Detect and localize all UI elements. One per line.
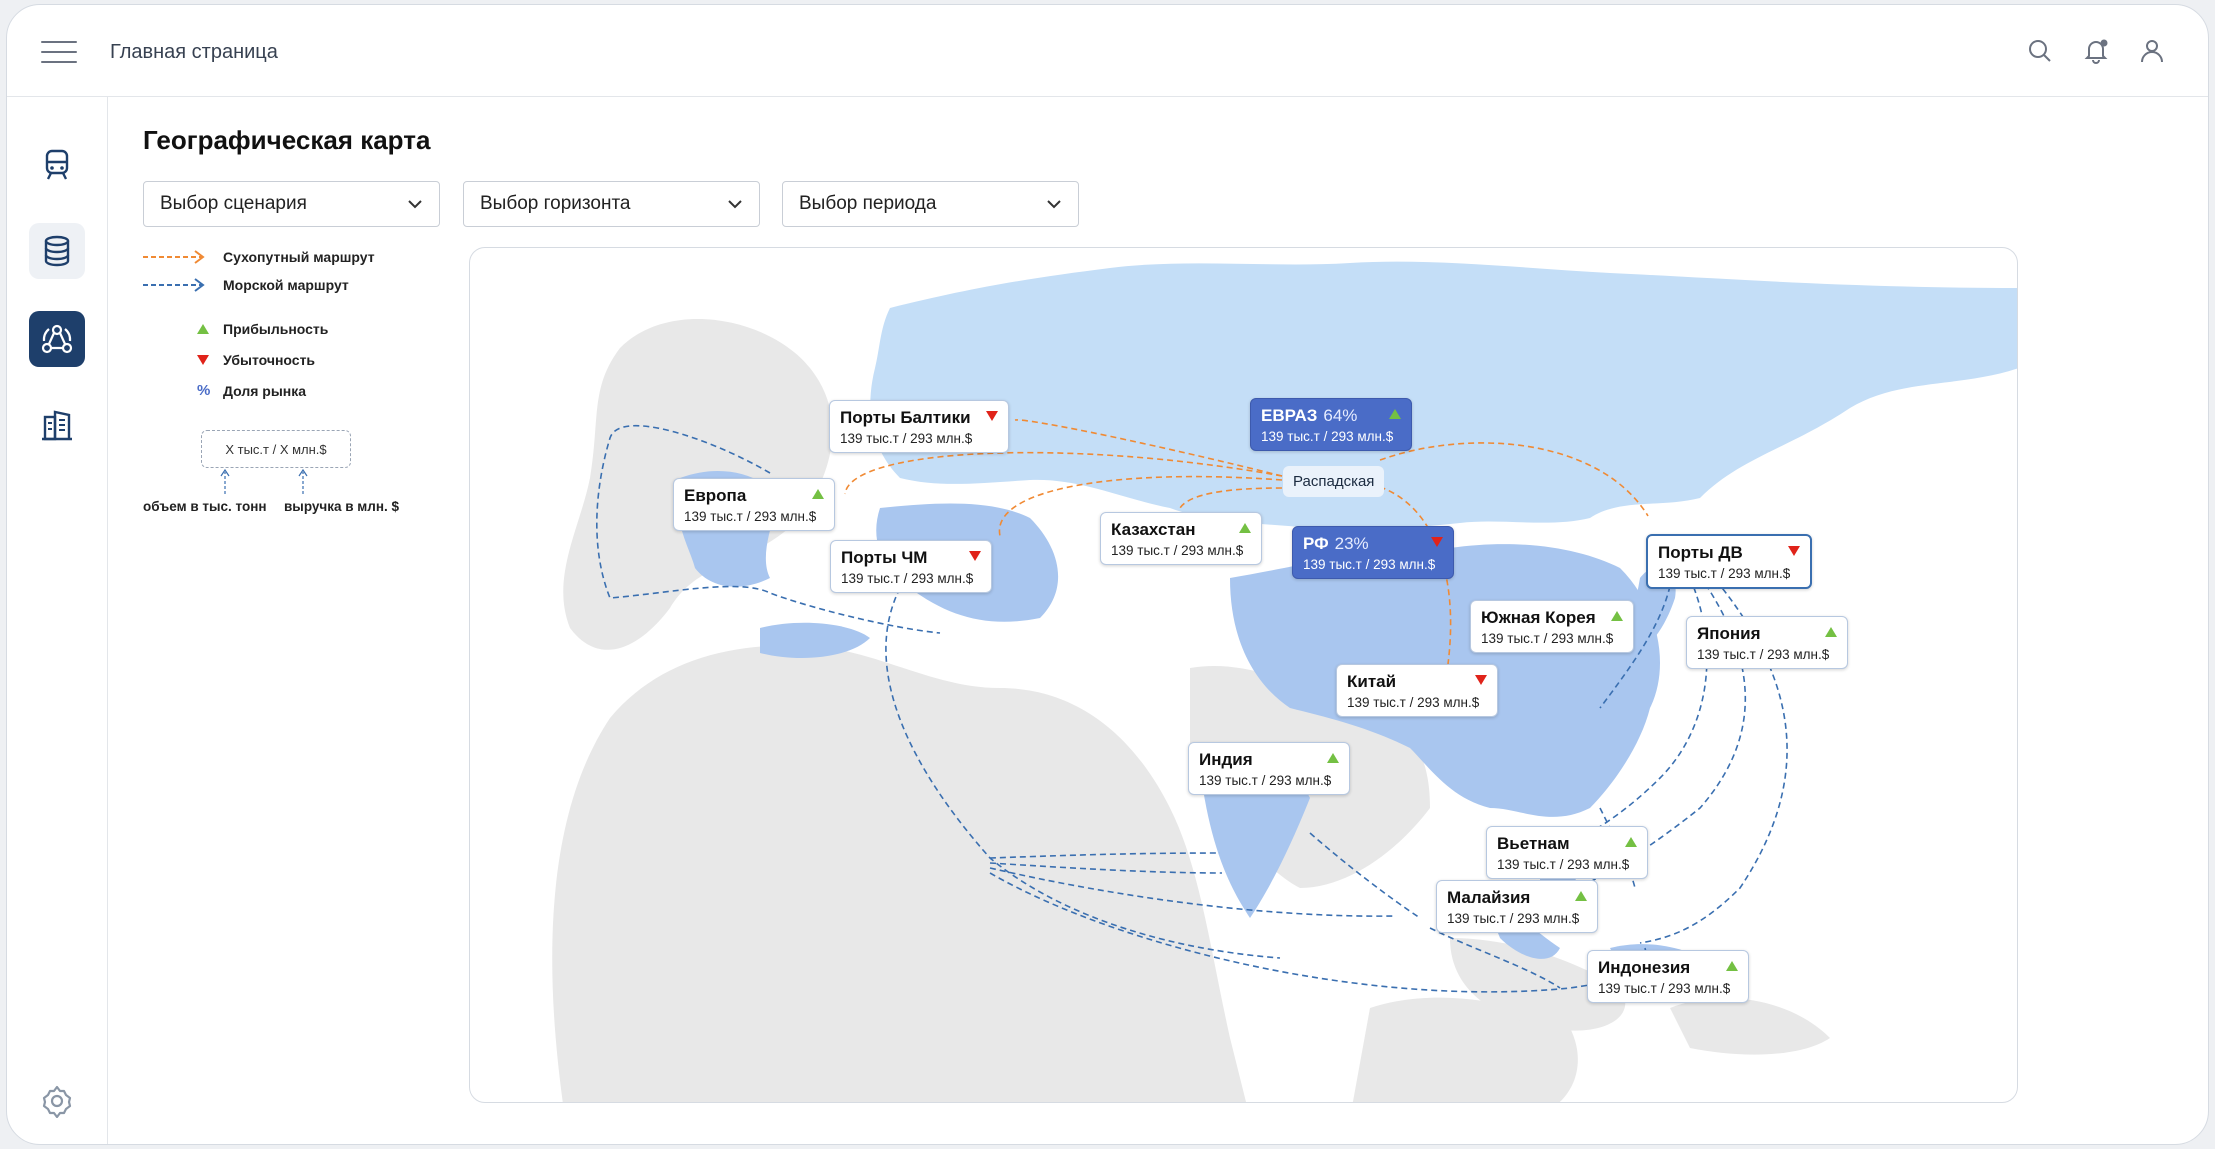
node-malaysia[interactable]: Малайзия 139 тыс.т / 293 млн.$: [1436, 880, 1598, 933]
loss-triangle-icon: [197, 355, 209, 365]
map-canvas: [552, 261, 2017, 1102]
legend-sea-route: Морской маршрут: [143, 277, 349, 293]
sidebar-item-database[interactable]: [29, 223, 85, 279]
profit-triangle-icon: [1327, 753, 1339, 763]
scenario-select[interactable]: Выбор сценария: [143, 181, 440, 227]
user-icon[interactable]: [2136, 35, 2168, 67]
search-icon[interactable]: [2024, 35, 2056, 67]
node-europe[interactable]: Европа 139 тыс.т / 293 млн.$: [673, 478, 835, 531]
horizon-select-value: Выбор горизонта: [480, 193, 631, 214]
sidebar-item-transport[interactable]: [29, 137, 85, 193]
scenario-select-value: Выбор сценария: [160, 193, 307, 214]
profit-triangle-icon: [1625, 837, 1637, 847]
land-russia: [870, 261, 2017, 531]
legend-pointer-arrows: [220, 468, 308, 494]
main-content: Географическая карта Выбор сценария Выбо…: [108, 97, 2208, 1144]
bell-icon[interactable]: [2080, 35, 2112, 67]
profit-triangle-icon: [1239, 523, 1251, 533]
building-icon: [42, 410, 72, 441]
percent-icon: %: [197, 382, 211, 399]
page-title: Географическая карта: [143, 125, 431, 155]
legend-volume-caption: объем в тыс. тонн: [143, 499, 267, 514]
node-baltic[interactable]: Порты Балтики 139 тыс.т / 293 млн.$: [829, 400, 1009, 453]
sidebar-item-settings[interactable]: [29, 1073, 85, 1129]
profit-triangle-icon: [1825, 627, 1837, 637]
legend-profit: Прибыльность: [143, 321, 328, 337]
node-rf[interactable]: РФ 23% 139 тыс.т / 293 млн.$: [1292, 526, 1454, 579]
chevron-down-icon: [1047, 200, 1061, 209]
chevron-down-icon: [408, 200, 422, 209]
chevron-down-icon: [728, 200, 742, 209]
hub-label: Распадская: [1283, 466, 1385, 497]
menu-icon[interactable]: [41, 39, 77, 65]
node-vietnam[interactable]: Вьетнам 139 тыс.т / 293 млн.$: [1486, 826, 1648, 879]
sidebar: [7, 97, 108, 1144]
sidebar-item-map[interactable]: [29, 311, 85, 367]
legend-revenue-caption: выручка в млн. $: [284, 499, 400, 514]
node-korea[interactable]: Южная Корея 139 тыс.т / 293 млн.$: [1470, 600, 1634, 653]
land-route-arrow-icon: [143, 250, 205, 264]
node-indonesia[interactable]: Индонезия 139 тыс.т / 293 млн.$: [1587, 950, 1749, 1003]
network-icon: [41, 324, 73, 354]
legend-land-route: Сухопутный маршрут: [143, 249, 375, 265]
node-blacksea[interactable]: Порты ЧМ 139 тыс.т / 293 млн.$: [830, 540, 992, 593]
loss-triangle-icon: [1475, 675, 1487, 685]
top-icons: [2024, 35, 2168, 67]
node-china[interactable]: Китай 139 тыс.т / 293 млн.$: [1336, 664, 1498, 717]
node-kazakhstan[interactable]: Казахстан 139 тыс.т / 293 млн.$: [1100, 512, 1262, 565]
train-icon: [45, 149, 69, 180]
node-japan[interactable]: Япония 139 тыс.т / 293 млн.$: [1686, 616, 1848, 669]
loss-triangle-icon: [1788, 546, 1800, 556]
map-legend: Сухопутный маршрут Морской маршрут Прибы…: [143, 249, 423, 529]
profit-triangle-icon: [812, 489, 824, 499]
gear-icon: [42, 1085, 72, 1118]
profit-triangle-icon: [1575, 891, 1587, 901]
period-select-value: Выбор периода: [799, 193, 937, 214]
app-window: Главная страница Географическая карта Вы…: [6, 4, 2209, 1145]
profit-triangle-icon: [197, 324, 209, 334]
profit-triangle-icon: [1726, 961, 1738, 971]
node-india[interactable]: Индия 139 тыс.т / 293 млн.$: [1188, 742, 1350, 795]
profit-triangle-icon: [1611, 611, 1623, 621]
loss-triangle-icon: [969, 551, 981, 561]
breadcrumb[interactable]: Главная страница: [110, 41, 278, 64]
legend-loss: Убыточность: [143, 352, 315, 368]
loss-triangle-icon: [986, 411, 998, 421]
sea-route-arrow-icon: [143, 278, 205, 292]
horizon-select[interactable]: Выбор горизонта: [463, 181, 760, 227]
database-icon: [44, 235, 70, 267]
profit-triangle-icon: [1389, 409, 1401, 419]
geo-map[interactable]: Распадская ЕВРАЗ 64% 139 тыс.т / 293 млн.…: [469, 247, 2018, 1103]
legend-market-share: % Доля рынка: [143, 382, 306, 399]
legend-sample-value: X тыс.т / X млн.$: [201, 430, 351, 468]
node-evraz[interactable]: ЕВРАЗ 64% 139 тыс.т / 293 млн.$: [1250, 398, 1412, 451]
top-bar: Главная страница: [7, 5, 2208, 97]
loss-triangle-icon: [1431, 537, 1443, 547]
period-select[interactable]: Выбор периода: [782, 181, 1079, 227]
node-fareast[interactable]: Порты ДВ 139 тыс.т / 293 млн.$: [1646, 534, 1812, 589]
sidebar-item-buildings[interactable]: [29, 397, 85, 453]
